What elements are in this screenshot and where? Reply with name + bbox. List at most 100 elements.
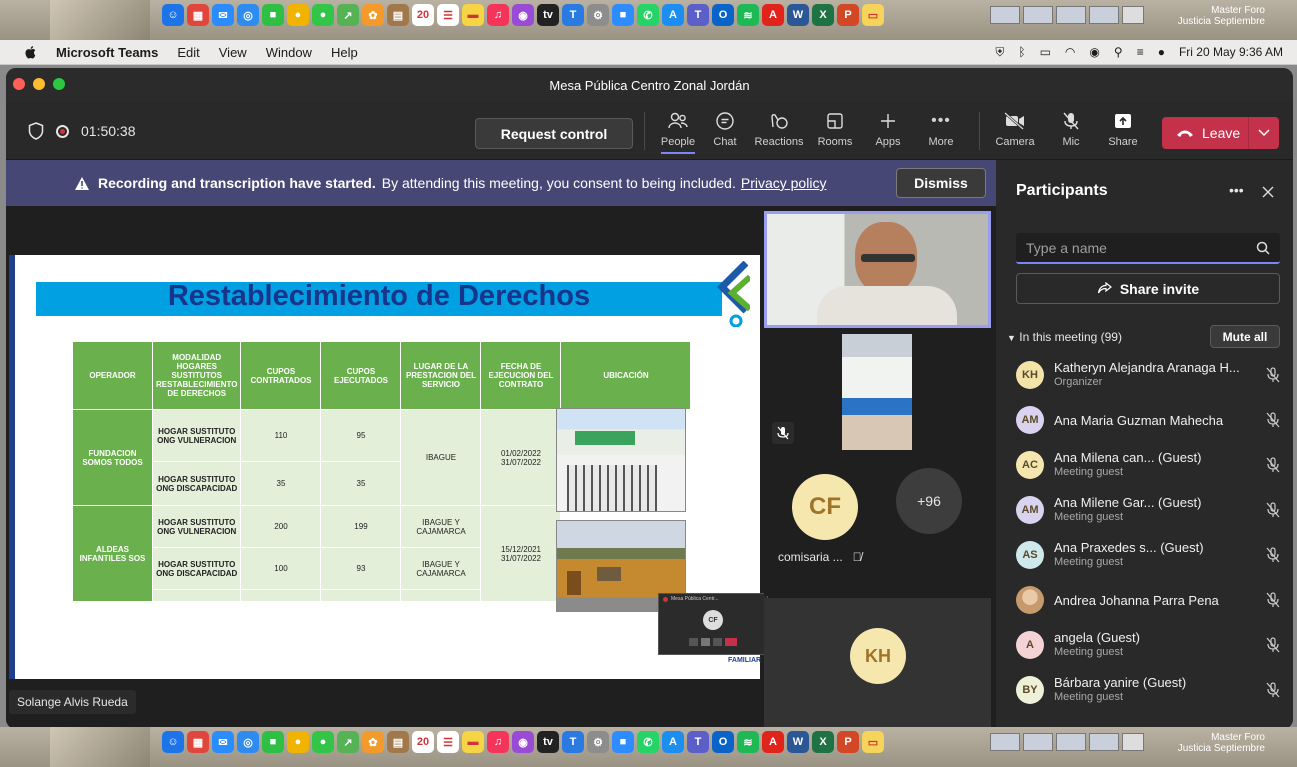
control-center-icon[interactable]: ◉ <box>1089 45 1099 59</box>
switch-icon[interactable]: ≡ <box>1137 45 1144 59</box>
request-control-button[interactable]: Request control <box>475 118 633 149</box>
zoom-icon[interactable]: ■ <box>612 731 634 753</box>
chat-button[interactable]: Chat <box>699 110 751 148</box>
spotlight-search-icon[interactable]: ⚲ <box>1114 45 1123 59</box>
chrome-icon[interactable]: ● <box>287 4 309 26</box>
trash-icon[interactable] <box>1122 733 1144 751</box>
safari-icon[interactable]: ◎ <box>237 731 259 753</box>
word-icon[interactable]: W <box>787 731 809 753</box>
mini-share-icon[interactable] <box>713 638 722 646</box>
teams-icon[interactable]: T <box>687 731 709 753</box>
close-window-button[interactable] <box>13 78 25 90</box>
trash-icon[interactable] <box>1122 6 1144 24</box>
dock-window-thumb[interactable] <box>1056 6 1086 24</box>
notes-icon[interactable]: ▤ <box>387 731 409 753</box>
dock-window-thumb[interactable] <box>1089 733 1119 751</box>
calendar-icon[interactable]: 20 <box>412 4 434 26</box>
participant-row[interactable]: AS Ana Praxedes s... (Guest) Meeting guest <box>1016 535 1284 575</box>
finder-icon[interactable]: ☺ <box>162 4 184 26</box>
mic-button[interactable]: Mic <box>1045 110 1097 148</box>
close-icon[interactable] <box>1262 186 1274 198</box>
panel-more-icon[interactable]: ••• <box>1229 182 1244 198</box>
settings-icon[interactable]: ⚙ <box>587 4 609 26</box>
whatsapp-icon[interactable]: ✆ <box>637 731 659 753</box>
mini-leave-icon[interactable] <box>725 638 737 646</box>
spotify-icon[interactable]: ≋ <box>737 4 759 26</box>
folder-icon[interactable]: ▭ <box>862 4 884 26</box>
notes-yellow-icon[interactable]: ▬ <box>462 4 484 26</box>
excel-icon[interactable]: X <box>812 731 834 753</box>
acrobat-icon[interactable]: A <box>762 731 784 753</box>
notes-icon[interactable]: ▤ <box>387 4 409 26</box>
reminders-icon[interactable]: ☰ <box>437 731 459 753</box>
apple-icon[interactable] <box>24 45 38 59</box>
messages-icon[interactable]: ● <box>312 731 334 753</box>
participant-row[interactable]: BY Bárbara yanire (Guest) Meeting guest <box>1016 670 1284 710</box>
reminders-icon[interactable]: ☰ <box>437 4 459 26</box>
calendar-icon[interactable]: 20 <box>412 731 434 753</box>
folder-icon[interactable]: ▭ <box>862 731 884 753</box>
share-invite-button[interactable]: Share invite <box>1016 273 1280 304</box>
outlook-icon[interactable]: O <box>712 4 734 26</box>
muted-mic-icon[interactable] <box>1266 457 1280 473</box>
photos-icon[interactable]: ✿ <box>362 4 384 26</box>
dock-window-thumb[interactable] <box>990 733 1020 751</box>
safari-icon[interactable]: ◎ <box>237 4 259 26</box>
dock-window-thumb[interactable] <box>1056 733 1086 751</box>
participant-search-input[interactable]: Type a name <box>1016 233 1280 264</box>
video-tile-cf[interactable]: CF comisaria ... 🎙̸ +96 <box>764 456 991 596</box>
video-tile-kh[interactable]: KH <box>764 598 991 728</box>
share-button[interactable]: Share <box>1097 110 1149 148</box>
notes-yellow-icon[interactable]: ▬ <box>462 731 484 753</box>
music-icon[interactable]: ♫ <box>487 4 509 26</box>
appstore-icon[interactable]: A <box>662 731 684 753</box>
keynote-icon[interactable]: T <box>562 4 584 26</box>
menu-view[interactable]: View <box>219 45 247 60</box>
apps-button[interactable]: Apps <box>862 110 914 148</box>
chrome-icon[interactable]: ● <box>287 731 309 753</box>
wifi-icon[interactable]: ◠ <box>1065 45 1075 59</box>
maps-icon[interactable]: ↗ <box>337 4 359 26</box>
participant-row[interactable]: Aangela (Guest) Meeting guest <box>1016 625 1284 665</box>
menu-help[interactable]: Help <box>331 45 358 60</box>
dock-window-thumb[interactable] <box>1023 6 1053 24</box>
outlook-icon[interactable]: O <box>712 731 734 753</box>
mini-meeting-window[interactable]: Mesa Pública Centr... CF <box>658 593 768 655</box>
dismiss-button[interactable]: Dismiss <box>896 168 986 198</box>
finder-icon[interactable]: ☺ <box>162 731 184 753</box>
participant-row[interactable]: AM Ana Milene Gar... (Guest) Meeting guest <box>1016 490 1284 530</box>
keynote-icon[interactable]: T <box>562 731 584 753</box>
in-meeting-section-toggle[interactable]: ▼ In this meeting (99) <box>1007 330 1122 344</box>
launchpad-icon[interactable]: ▦ <box>187 4 209 26</box>
leave-options-chevron-icon[interactable] <box>1249 129 1279 137</box>
leave-button[interactable]: Leave <box>1162 117 1279 149</box>
participant-row[interactable]: AC Ana Milena can... (Guest) Meeting guest <box>1016 445 1284 485</box>
maps-icon[interactable]: ↗ <box>337 731 359 753</box>
appstore-icon[interactable]: A <box>662 4 684 26</box>
menu-clock[interactable]: Fri 20 May 9:36 AM <box>1179 45 1283 59</box>
powerpoint-icon[interactable]: P <box>837 4 859 26</box>
minimize-window-button[interactable] <box>33 78 45 90</box>
muted-mic-icon[interactable] <box>1266 637 1280 653</box>
participant-row[interactable]: Andrea Johanna Parra Pena <box>1016 580 1284 620</box>
more-participants-button[interactable]: +96 <box>896 468 962 534</box>
word-icon[interactable]: W <box>787 4 809 26</box>
participant-row[interactable]: AM Ana Maria Guzman Mahecha <box>1016 400 1284 440</box>
messages-icon[interactable]: ● <box>312 4 334 26</box>
facetime-icon[interactable]: ■ <box>262 4 284 26</box>
mini-mic-icon[interactable] <box>701 638 710 646</box>
participant-row[interactable]: KH Katheryn Alejandra Aranaga H... Organiz… <box>1016 355 1284 395</box>
photos-icon[interactable]: ✿ <box>362 731 384 753</box>
tv-icon[interactable]: tv <box>537 4 559 26</box>
mail-icon[interactable]: ✉ <box>212 731 234 753</box>
menu-edit[interactable]: Edit <box>177 45 199 60</box>
muted-mic-icon[interactable] <box>1266 682 1280 698</box>
siri-icon[interactable]: ● <box>1158 45 1165 59</box>
zoom-window-button[interactable] <box>53 78 65 90</box>
whatsapp-icon[interactable]: ✆ <box>637 4 659 26</box>
mute-all-button[interactable]: Mute all <box>1210 325 1280 348</box>
teams-icon[interactable]: T <box>687 4 709 26</box>
reactions-button[interactable]: Reactions <box>753 110 805 148</box>
muted-mic-icon[interactable] <box>1266 502 1280 518</box>
facetime-icon[interactable]: ■ <box>262 731 284 753</box>
